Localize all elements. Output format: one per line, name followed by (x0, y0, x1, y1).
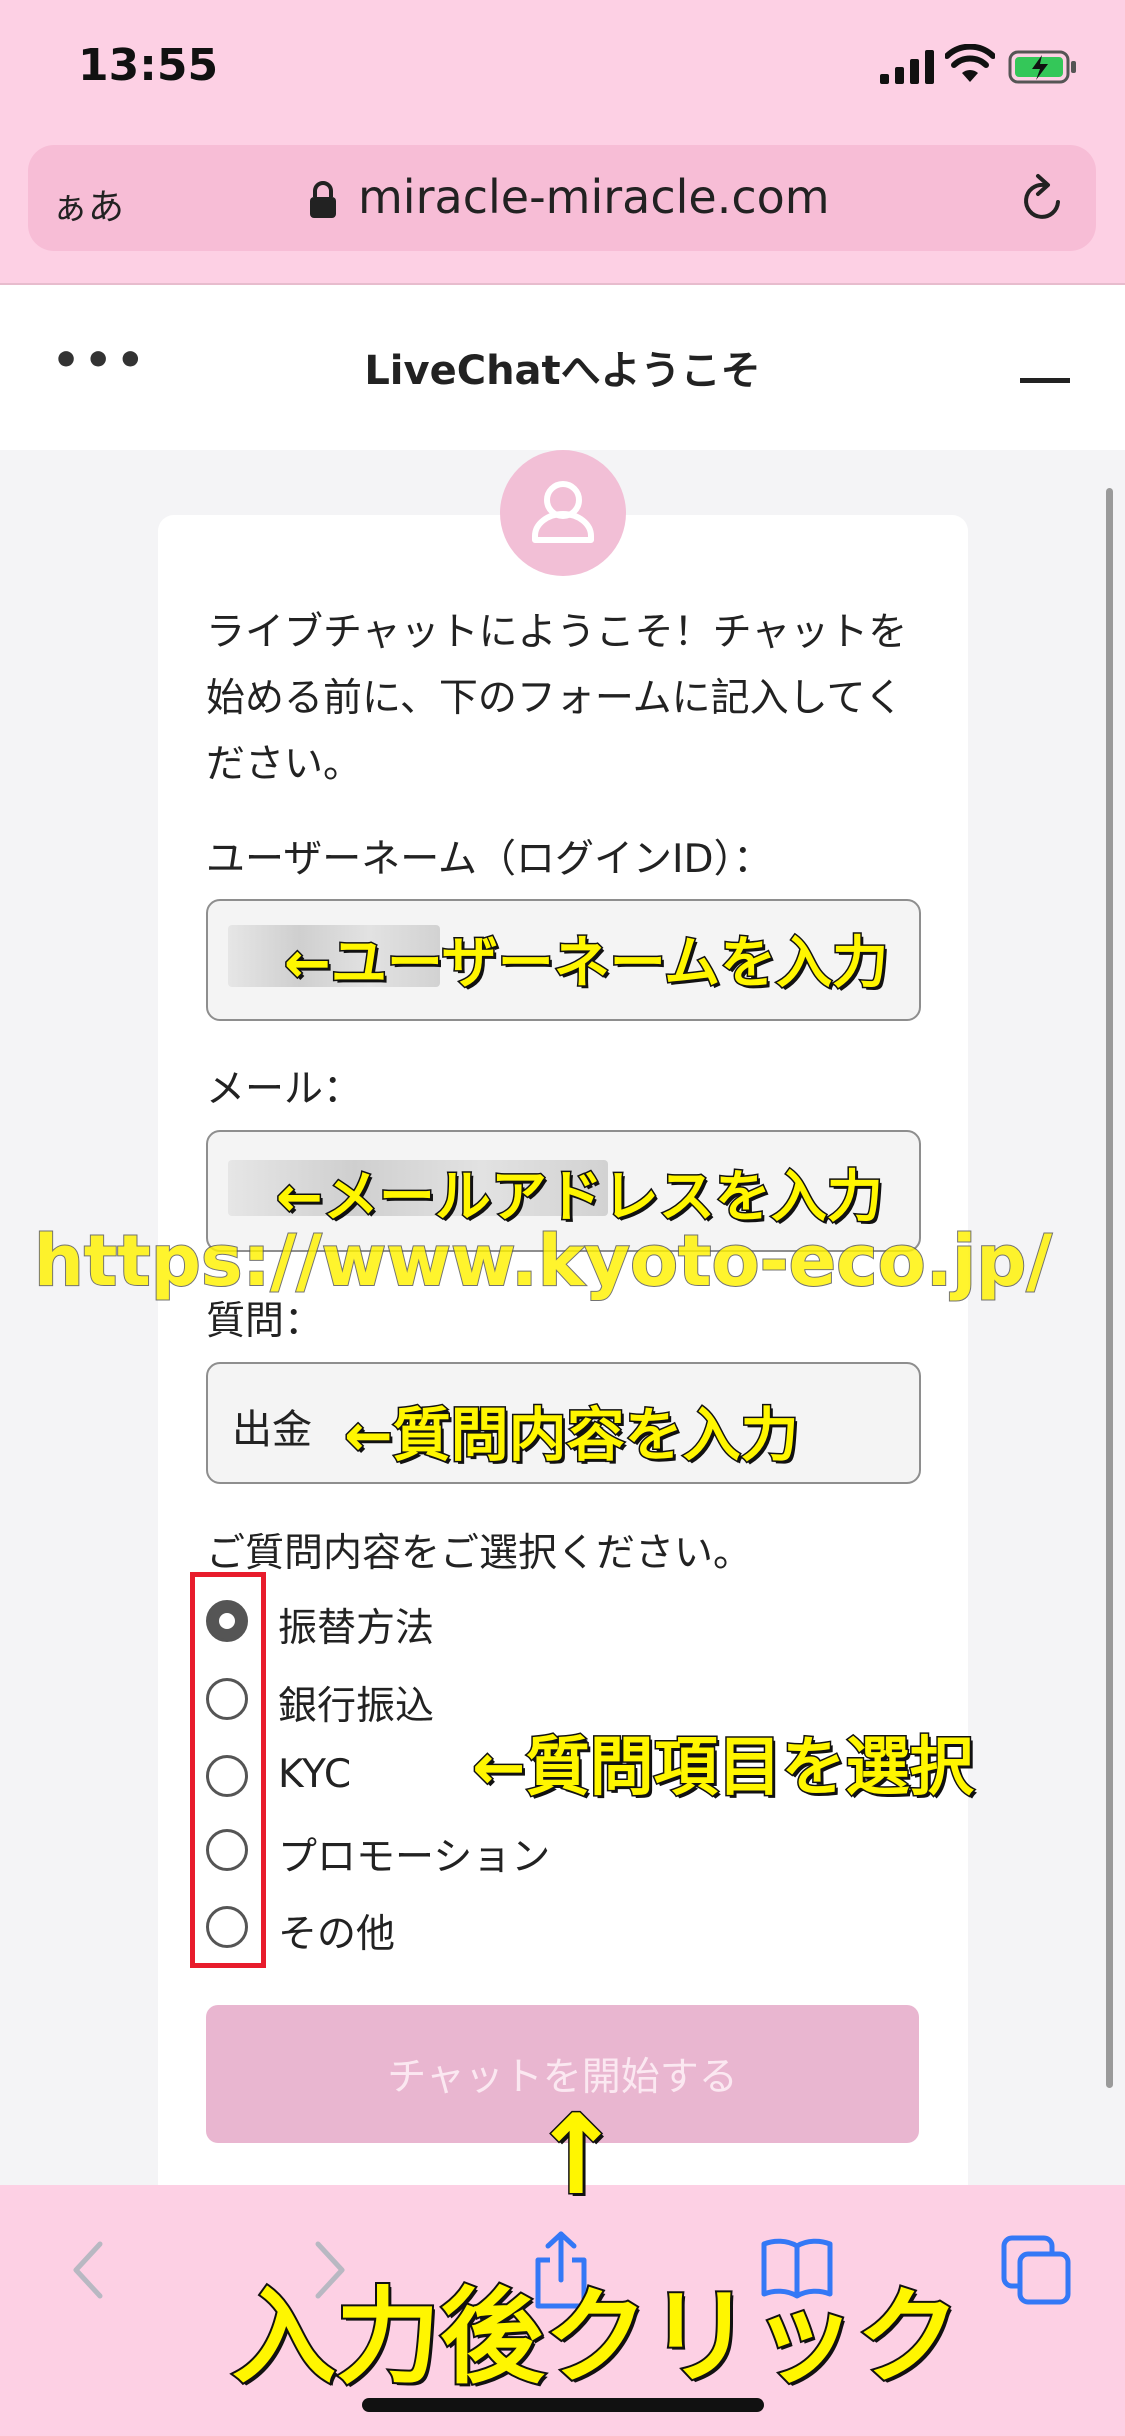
annotation-arrow: ↑ (528, 2091, 623, 2219)
username-label: ユーザーネーム（ログインID）： (206, 837, 773, 882)
email-label: メール： (206, 1067, 363, 1112)
text-size-button[interactable]: ぁあ (52, 178, 124, 230)
watermark-url: https://www.kyoto-eco.jp/ (33, 1219, 1053, 1303)
option-label-2[interactable]: 銀行振込 (278, 1675, 434, 1731)
minimize-icon[interactable] (1020, 378, 1070, 383)
annotation-click: 入力後クリック (230, 2274, 962, 2400)
scrollbar[interactable] (1106, 488, 1113, 2088)
annotation-option: ←質問項目を選択 (471, 1730, 976, 1807)
url-text[interactable]: miracle-miracle.com (358, 170, 830, 224)
intro-text: ライブチャットにようこそ！チャットを始める前に、下のフォームに記入してください。 (206, 610, 908, 787)
lock-icon (310, 181, 336, 218)
radio-highlight-box (190, 1572, 266, 1968)
option-label-5[interactable]: その他 (278, 1903, 395, 1959)
question-input-value: 出金 (232, 1407, 312, 1453)
option-label-3[interactable]: KYC (278, 1752, 351, 1797)
back-icon[interactable] (68, 2240, 108, 2300)
option-label-4[interactable]: プロモーション (278, 1826, 550, 1882)
annotation-username: ←ユーザーネームを入力 (282, 930, 889, 998)
reload-icon[interactable] (1018, 172, 1068, 226)
user-icon (532, 481, 594, 543)
tabs-icon[interactable] (1000, 2234, 1072, 2306)
option-label-1[interactable]: 振替方法 (278, 1597, 434, 1653)
status-time: 13:55 (78, 40, 219, 91)
cellular-signal-icon (880, 50, 934, 84)
select-label: ご質問内容をご選択ください。 (206, 1531, 753, 1576)
battery-charging-icon (1008, 50, 1076, 84)
wifi-icon (945, 44, 995, 82)
chat-title: LiveChatへようこそ (364, 348, 761, 394)
annotation-question: ←質問内容を入力 (343, 1400, 801, 1471)
agent-avatar (500, 450, 626, 576)
